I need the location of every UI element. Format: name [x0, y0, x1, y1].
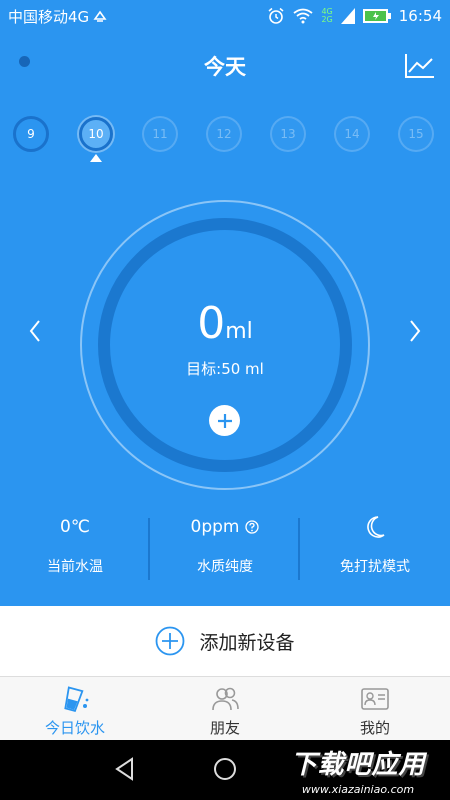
signal-icon [340, 8, 355, 24]
day-12[interactable]: 12 [206, 116, 242, 152]
temperature-label: 当前水温 [47, 559, 103, 575]
tab-label: 我的 [359, 719, 390, 737]
intake-value: 0 [197, 298, 226, 349]
day-11[interactable]: 11 [142, 116, 178, 152]
water-purity: 0ppm 水质纯度 [150, 514, 300, 576]
header: 今天 [0, 32, 450, 92]
device-stats: 0℃ 当前水温 0ppm 水质纯度 免打扰模式 [0, 514, 450, 584]
plus-icon [217, 413, 232, 428]
intake-volume: 0ml [0, 298, 450, 349]
add-device-button[interactable]: 添加新设备 [0, 606, 450, 676]
bottom-tab-bar: 今日饮水 朋友 我的 [0, 676, 450, 740]
water-glass-icon [64, 686, 89, 713]
watermark: 下载吧应用 www.xiazainiao.com [268, 744, 448, 798]
day-9[interactable]: 9 [13, 116, 49, 152]
day-label: 9 [27, 127, 35, 141]
day-10[interactable]: 10 [79, 117, 113, 151]
usb-icon [93, 9, 107, 23]
home-circle-icon[interactable] [210, 754, 240, 784]
intake-target: 目标:50 ml [186, 360, 264, 378]
friends-icon [212, 687, 239, 711]
carrier-label: 中国移动4G [8, 7, 90, 26]
purity-label: 水质纯度 [197, 559, 253, 575]
day-label: 14 [344, 127, 360, 141]
tab-friends[interactable]: 朋友 [150, 677, 300, 741]
do-not-disturb-toggle[interactable]: 免打扰模式 [300, 514, 450, 576]
temperature-value: 0℃ [60, 517, 90, 537]
moon-icon [367, 516, 385, 538]
day-15[interactable]: 15 [398, 116, 434, 152]
alarm-icon [267, 7, 285, 25]
wifi-icon [293, 8, 314, 24]
tab-label: 今日饮水 [44, 719, 105, 737]
day-14[interactable]: 14 [334, 116, 370, 152]
page-title: 今天 [204, 55, 246, 79]
add-water-button[interactable] [209, 405, 240, 436]
tab-label: 朋友 [209, 719, 240, 737]
status-bar: 中国移动4G 4G 2G 16:54 [0, 0, 450, 32]
add-device-label: 添加新设备 [199, 631, 295, 654]
trend-chart-icon[interactable] [404, 52, 436, 80]
tab-mine[interactable]: 我的 [300, 677, 450, 741]
help-icon[interactable] [245, 520, 260, 534]
watermark-url: www.xiazainiao.com [301, 783, 415, 796]
back-triangle-icon[interactable] [110, 754, 140, 784]
profile-card-icon [361, 688, 389, 710]
water-temperature: 0℃ 当前水温 [0, 514, 150, 576]
plus-circle-icon [156, 626, 185, 656]
network-type-tags: 4G 2G [321, 8, 332, 24]
day-selector: 9 10 11 12 13 14 15 [0, 116, 450, 166]
intake-unit: ml [225, 319, 253, 344]
day-label: 10 [88, 127, 104, 141]
day-label: 11 [152, 127, 168, 141]
watermark-title: 下载吧应用 [290, 750, 426, 780]
day-label: 12 [216, 127, 232, 141]
day-13[interactable]: 13 [270, 116, 306, 152]
day-label: 13 [280, 127, 296, 141]
selected-day-pointer [90, 154, 102, 162]
battery-icon [362, 9, 391, 23]
dnd-label: 免打扰模式 [340, 559, 410, 575]
drink-dashboard: 今天 9 10 11 12 13 14 15 0ml 目标:50 ml 0℃ 当… [0, 32, 450, 606]
tab-today-water[interactable]: 今日饮水 [0, 677, 150, 741]
clock-time: 16:54 [398, 7, 442, 25]
net-tag-2g: 2G [321, 15, 333, 24]
purity-value: 0ppm [190, 517, 240, 537]
day-label: 15 [408, 127, 424, 141]
